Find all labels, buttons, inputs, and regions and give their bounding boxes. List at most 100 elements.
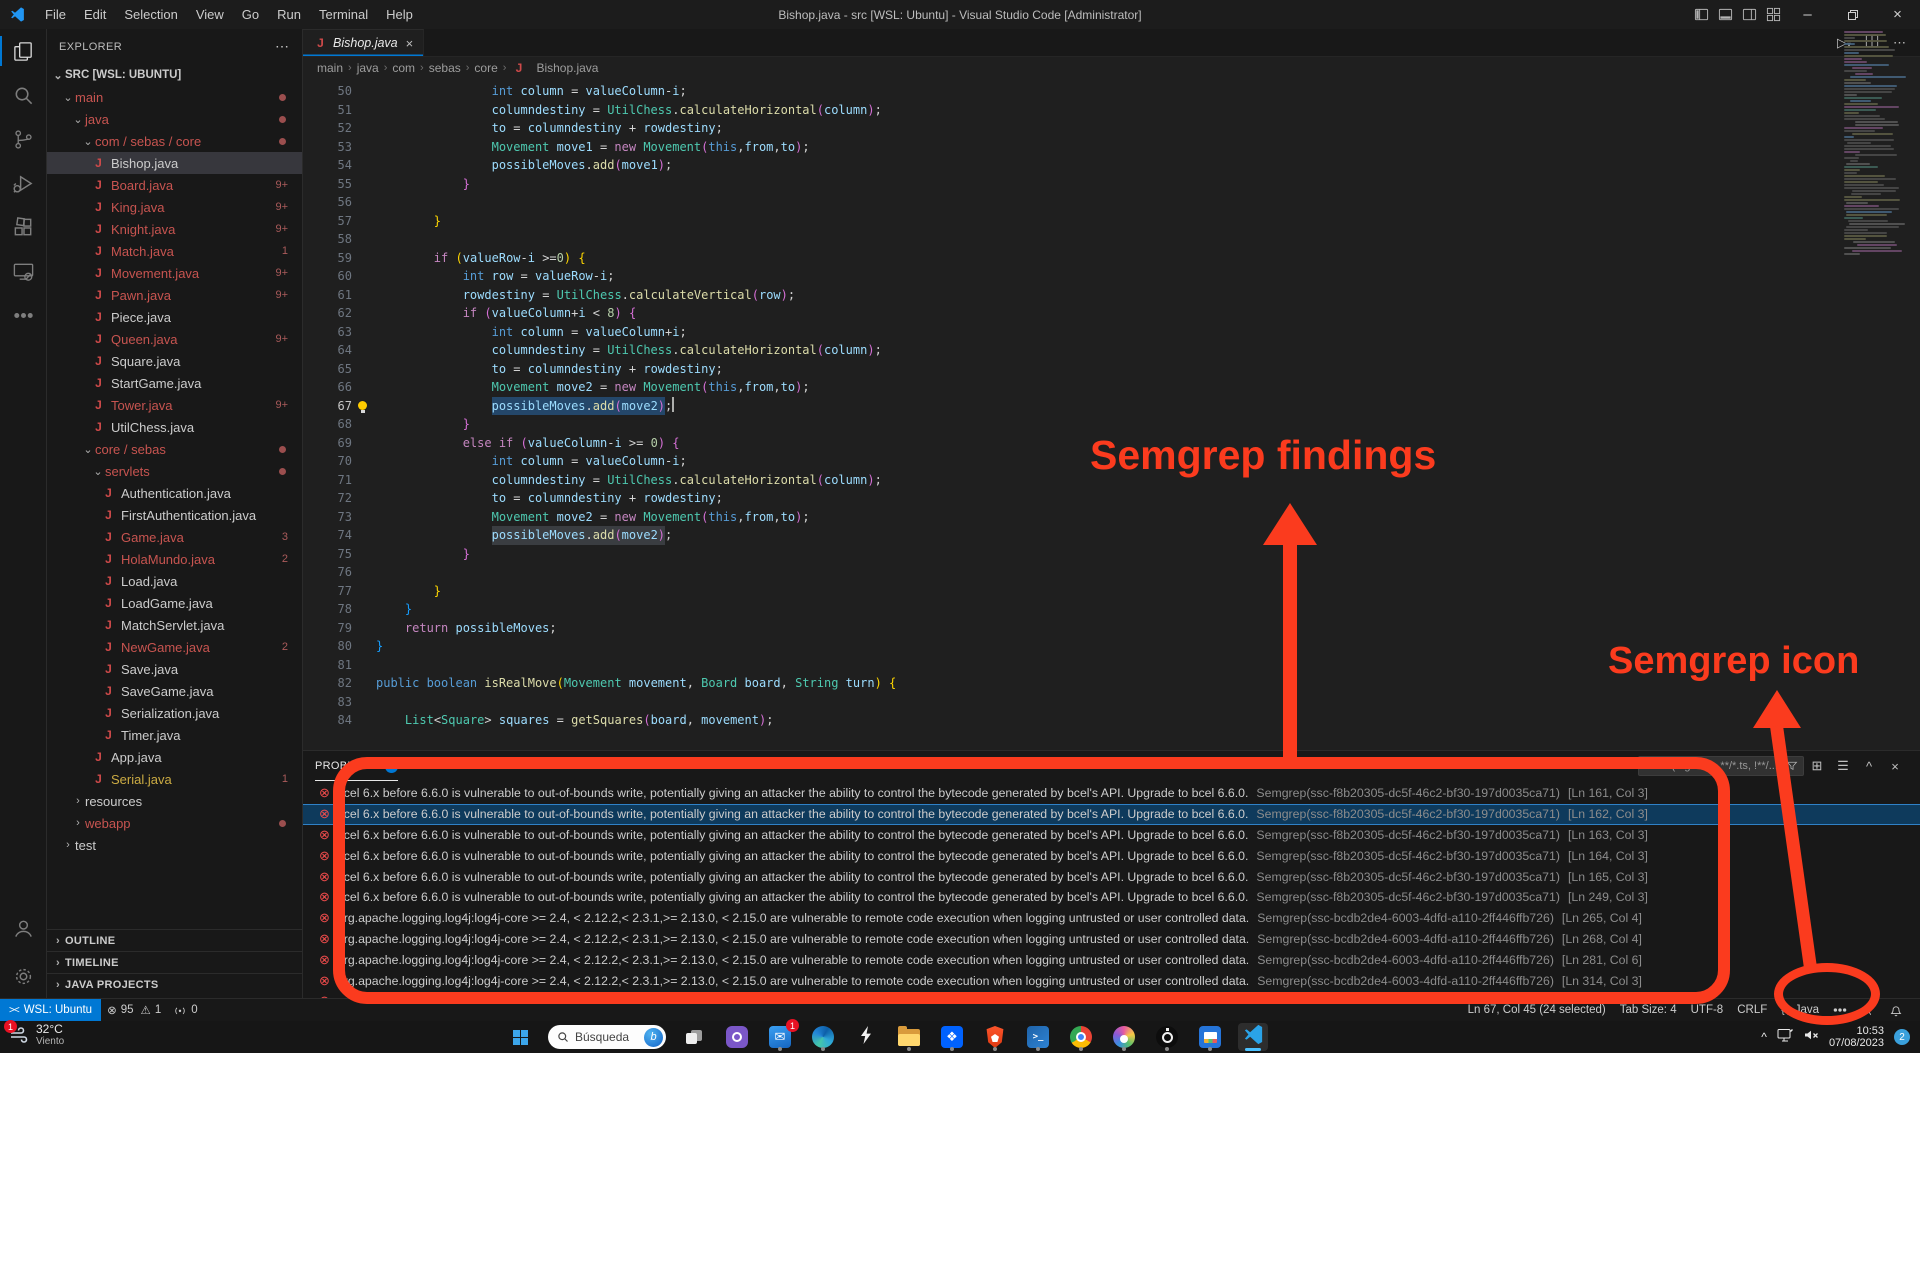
menu-edit[interactable]: Edit	[75, 0, 115, 29]
section-java-projects[interactable]: ›JAVA PROJECTS	[47, 973, 302, 995]
code-line-75[interactable]: 75 }	[303, 545, 1920, 564]
panel-tab-output[interactable]: OUTPUT	[420, 751, 467, 781]
tree-file-firstauthentication-java[interactable]: JFirstAuthentication.java	[47, 504, 302, 526]
tab-size-indicator[interactable]: Tab Size: 4	[1613, 1004, 1684, 1016]
problem-row[interactable]: ⊗bcel 6.x before 6.6.0 is vulnerable to …	[303, 825, 1920, 846]
tree-file-save-java[interactable]: JSave.java	[47, 658, 302, 680]
feedback-icon[interactable]	[1854, 1003, 1882, 1017]
problem-row[interactable]: ⊗org.apache.logging.log4j:log4j-core >= …	[303, 908, 1920, 929]
code-line-73[interactable]: 73 Movement move2 = new Movement(this,fr…	[303, 508, 1920, 527]
eol-indicator[interactable]: CRLF	[1730, 1004, 1774, 1016]
tree-file-loadgame-java[interactable]: JLoadGame.java	[47, 592, 302, 614]
menu-help[interactable]: Help	[377, 0, 422, 29]
explorer-more-icon[interactable]: ⋯	[275, 38, 290, 55]
code-line-62[interactable]: 62 if (valueColumn+i < 8) {	[303, 304, 1920, 323]
menu-file[interactable]: File	[36, 0, 75, 29]
tree-folder-webapp[interactable]: ›webapp	[47, 812, 302, 834]
encoding-indicator[interactable]: UTF-8	[1684, 1004, 1731, 1016]
taskbar-app-bolt[interactable]	[851, 1023, 881, 1051]
code-line-64[interactable]: 64 columndestiny = UtilChess.calculateHo…	[303, 341, 1920, 360]
weather-widget[interactable]: 1 32°C Viento	[8, 1023, 64, 1047]
tree-folder-java[interactable]: ⌄java	[47, 108, 302, 130]
language-indicator[interactable]: { } Java	[1774, 1004, 1826, 1016]
code-line-69[interactable]: 69 else if (valueColumn-i >= 0) {	[303, 434, 1920, 453]
tree-file-game-java[interactable]: JGame.java3	[47, 526, 302, 548]
tree-file-movement-java[interactable]: JMovement.java9+	[47, 262, 302, 284]
tree-file-piece-java[interactable]: JPiece.java	[47, 306, 302, 328]
menu-run[interactable]: Run	[268, 0, 310, 29]
remote-indicator[interactable]: >< WSL: Ubuntu	[0, 999, 101, 1021]
taskbar-search[interactable]: Búsquedab	[548, 1025, 666, 1049]
panel-tab-problems[interactable]: PROBLEMS	[315, 751, 398, 781]
tab-bishop-java[interactable]: J Bishop.java ×	[303, 29, 424, 56]
account-icon[interactable]	[0, 906, 47, 950]
code-line-77[interactable]: 77 }	[303, 582, 1920, 601]
remote-explorer-icon[interactable]	[0, 249, 47, 293]
taskbar-app-edge[interactable]	[808, 1023, 838, 1051]
code-line-66[interactable]: 66 Movement move2 = new Movement(this,fr…	[303, 378, 1920, 397]
tree-file-match-java[interactable]: JMatch.java1	[47, 240, 302, 262]
ports-status[interactable]: 0	[167, 999, 203, 1021]
toggle-sidebar-icon[interactable]	[1689, 0, 1713, 29]
tree-folder-com-sebas-core[interactable]: ⌄com / sebas / core	[47, 130, 302, 152]
taskbar-app-vscode[interactable]	[1238, 1023, 1268, 1051]
taskbar-app-explorer[interactable]	[894, 1023, 924, 1051]
code-line-68[interactable]: 68 }	[303, 415, 1920, 434]
tree-file-queen-java[interactable]: JQueen.java9+	[47, 328, 302, 350]
problem-row[interactable]: ⊗org.apache.logging.log4j:log4j-core >= …	[303, 970, 1920, 991]
tree-file-app-java[interactable]: JApp.java	[47, 746, 302, 768]
run-debug-icon[interactable]	[0, 161, 47, 205]
taskbar-app-powershell[interactable]: >_	[1023, 1023, 1053, 1051]
tree-file-serial-java[interactable]: JSerial.java1	[47, 768, 302, 790]
tree-folder-core-sebas[interactable]: ⌄core / sebas	[47, 438, 302, 460]
tree-file-king-java[interactable]: JKing.java9+	[47, 196, 302, 218]
tree-folder-test[interactable]: ›test	[47, 834, 302, 856]
problem-row[interactable]: ⊗bcel 6.x before 6.6.0 is vulnerable to …	[303, 845, 1920, 866]
code-line-71[interactable]: 71 columndestiny = UtilChess.calculateHo…	[303, 471, 1920, 490]
code-line-53[interactable]: 53 Movement move1 = new Movement(this,fr…	[303, 138, 1920, 157]
panel-tab-terminal[interactable]: TERMINAL	[610, 751, 668, 781]
close-button[interactable]: ×	[1875, 0, 1920, 29]
toggle-panel-icon[interactable]	[1713, 0, 1737, 29]
tree-file-matchservlet-java[interactable]: JMatchServlet.java	[47, 614, 302, 636]
tree-file-serialization-java[interactable]: JSerialization.java	[47, 702, 302, 724]
taskbar-app-brave[interactable]	[980, 1023, 1010, 1051]
tree-file-board-java[interactable]: JBoard.java9+	[47, 174, 302, 196]
breadcrumb-item[interactable]: core	[474, 61, 497, 75]
tree-file-bishop-java[interactable]: JBishop.java	[47, 152, 302, 174]
code-line-70[interactable]: 70 int column = valueColumn-i;	[303, 452, 1920, 471]
bell-icon[interactable]	[1882, 1003, 1910, 1017]
tray-volume-muted-icon[interactable]	[1803, 1028, 1819, 1047]
code-line-80[interactable]: 80}	[303, 637, 1920, 656]
code-line-78[interactable]: 78 }	[303, 600, 1920, 619]
problem-row[interactable]: ⊗bcel 6.x before 6.6.0 is vulnerable to …	[303, 783, 1920, 804]
tree-file-newgame-java[interactable]: JNewGame.java2	[47, 636, 302, 658]
tree-file-authentication-java[interactable]: JAuthentication.java	[47, 482, 302, 504]
tree-file-startgame-java[interactable]: JStartGame.java	[47, 372, 302, 394]
tree-file-holamundo-java[interactable]: JHolaMundo.java2	[47, 548, 302, 570]
collapse-all-icon[interactable]: ☰	[1830, 758, 1856, 774]
problems-filter-input[interactable]: Filter (e.g. text, **/*.ts, !**/...	[1638, 756, 1804, 776]
code-line-57[interactable]: 57 }	[303, 212, 1920, 231]
tray-display-icon[interactable]	[1777, 1028, 1793, 1047]
semgrep-status-icon[interactable]	[1826, 1003, 1854, 1017]
code-line-59[interactable]: 59 if (valueRow-i >=0) {	[303, 249, 1920, 268]
tree-file-timer-java[interactable]: JTimer.java	[47, 724, 302, 746]
code-line-63[interactable]: 63 int column = valueColumn+i;	[303, 323, 1920, 342]
code-line-56[interactable]: 56	[303, 193, 1920, 212]
tab-close-icon[interactable]: ×	[406, 36, 414, 51]
tree-file-savegame-java[interactable]: JSaveGame.java	[47, 680, 302, 702]
files-icon[interactable]	[0, 29, 47, 73]
toggle-secondary-sidebar-icon[interactable]	[1737, 0, 1761, 29]
taskbar-app-palette[interactable]	[1109, 1023, 1139, 1051]
code-line-51[interactable]: 51 columndestiny = UtilChess.calculateHo…	[303, 101, 1920, 120]
menu-go[interactable]: Go	[233, 0, 268, 29]
breadcrumb-item[interactable]: sebas	[429, 61, 461, 75]
menu-selection[interactable]: Selection	[115, 0, 186, 29]
semgrep-icon[interactable]	[0, 293, 47, 337]
tree-file-square-java[interactable]: JSquare.java	[47, 350, 302, 372]
source-control-icon[interactable]	[0, 117, 47, 161]
taskbar-app-photos[interactable]	[1195, 1023, 1225, 1051]
lightbulb-icon[interactable]	[358, 401, 367, 410]
menu-terminal[interactable]: Terminal	[310, 0, 377, 29]
